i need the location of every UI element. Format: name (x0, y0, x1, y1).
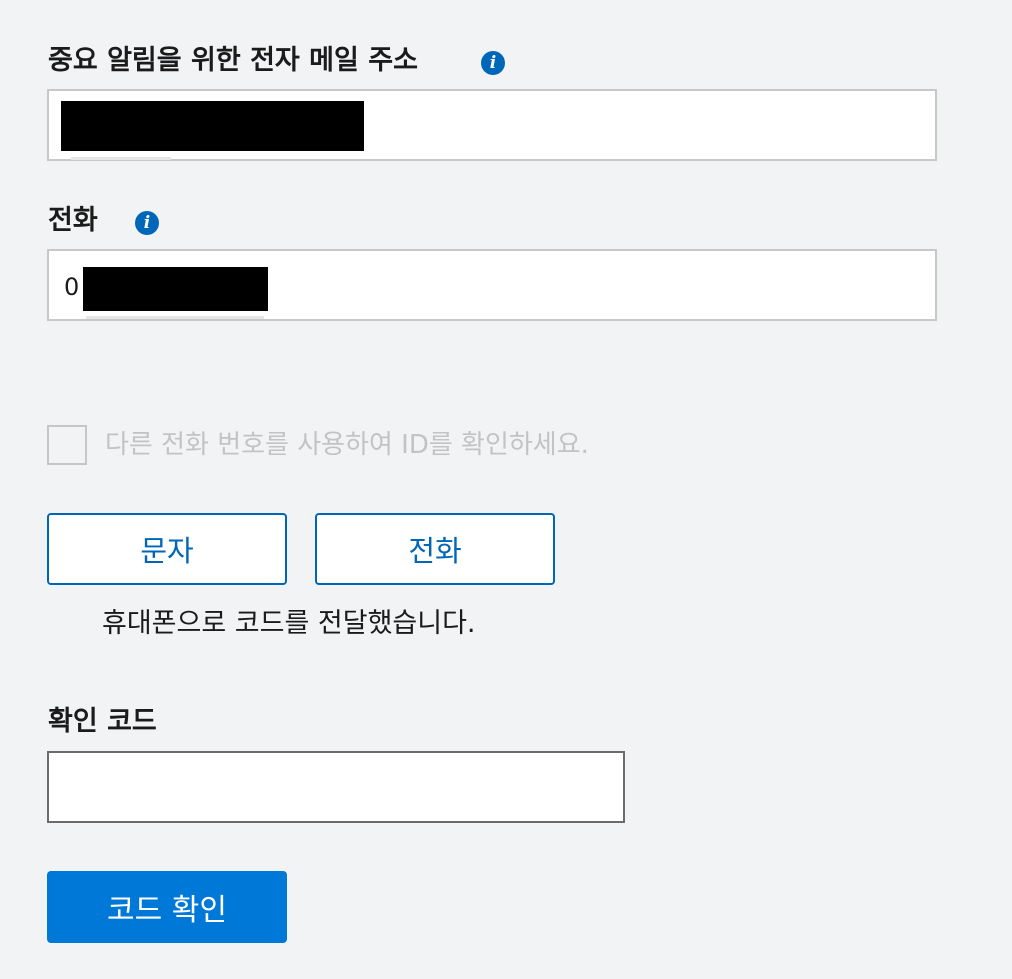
phone-prefix: 0 (64, 273, 80, 301)
phone-label: 전화 (48, 205, 98, 236)
verification-code-label: 확인 코드 (48, 706, 157, 737)
redacted-phone (83, 267, 268, 311)
info-icon[interactable]: i (135, 211, 159, 235)
field-underline (86, 316, 264, 319)
verify-code-button[interactable]: 코드 확인 (47, 871, 287, 943)
text-message-button[interactable]: 문자 (47, 513, 287, 585)
verification-code-field[interactable] (47, 751, 625, 823)
alt-phone-checkbox-label: 다른 전화 번호를 사용하여 ID를 확인하세요. (105, 430, 589, 460)
redacted-email (61, 101, 364, 151)
status-message: 휴대폰으로 코드를 전달했습니다. (102, 608, 476, 639)
info-icon[interactable]: i (481, 51, 505, 75)
verification-code-input[interactable] (49, 753, 623, 821)
call-button[interactable]: 전화 (315, 513, 555, 585)
alt-phone-checkbox[interactable] (47, 425, 87, 465)
field-underline (71, 157, 171, 160)
email-label: 중요 알림을 위한 전자 메일 주소 (48, 45, 418, 76)
